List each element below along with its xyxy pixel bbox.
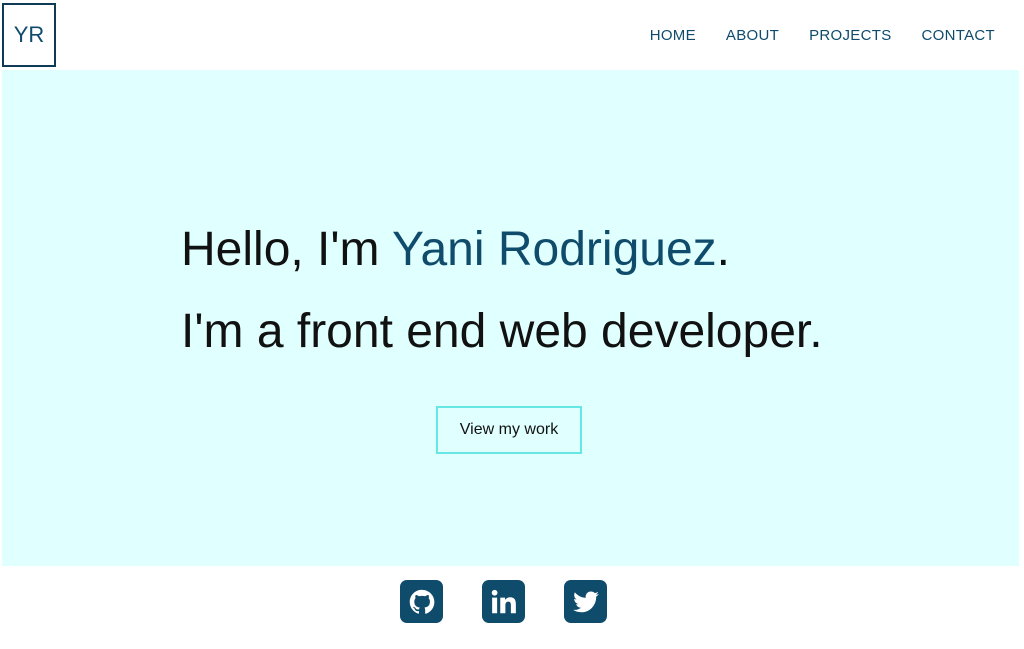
view-work-button[interactable]: View my work xyxy=(436,406,582,454)
twitter-icon xyxy=(572,591,599,612)
hero-greeting: Hello, I'm Yani Rodriguez. xyxy=(181,222,730,277)
site-header: YR HOME ABOUT PROJECTS CONTACT xyxy=(0,0,1024,70)
nav-about-link[interactable]: ABOUT xyxy=(726,27,779,44)
nav-projects-link[interactable]: PROJECTS xyxy=(809,27,891,44)
nav-home-link[interactable]: HOME xyxy=(650,27,696,44)
hero-tagline: I'm a front end web developer. xyxy=(181,305,823,358)
greeting-suffix: . xyxy=(716,223,730,276)
nav-contact-link[interactable]: CONTACT xyxy=(922,27,995,44)
hero-section: Hello, I'm Yani Rodriguez. I'm a front e… xyxy=(2,70,1019,566)
developer-name: Yani Rodriguez xyxy=(392,223,717,276)
linkedin-link[interactable] xyxy=(482,580,525,623)
github-icon xyxy=(409,589,434,614)
social-links xyxy=(400,580,607,623)
main-nav: HOME ABOUT PROJECTS CONTACT xyxy=(650,27,995,44)
greeting-prefix: Hello, I'm xyxy=(181,223,393,276)
logo[interactable]: YR xyxy=(2,3,56,67)
twitter-link[interactable] xyxy=(564,580,607,623)
github-link[interactable] xyxy=(400,580,443,623)
linkedin-icon xyxy=(491,589,516,613)
